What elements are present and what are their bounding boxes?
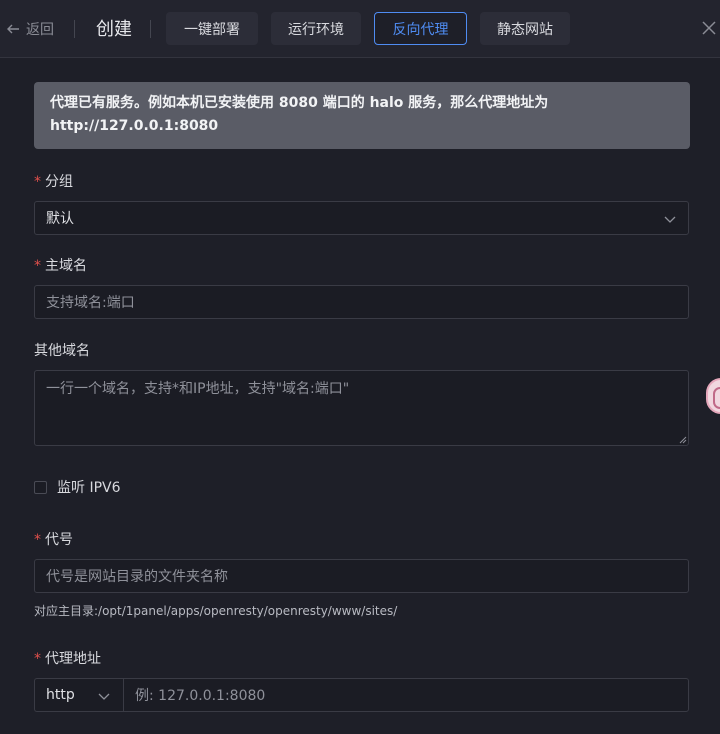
floating-assistant-button[interactable] [706, 378, 720, 414]
other-domains-label: 其他域名 [34, 343, 90, 359]
tab-one-click-deploy[interactable]: 一键部署 [166, 12, 258, 45]
close-icon[interactable] [700, 19, 718, 37]
required-mark: * [34, 532, 41, 548]
alias-input[interactable]: 代号是网站目录的文件夹名称 [34, 559, 689, 593]
proxy-address-label: * 代理地址 [34, 648, 101, 668]
required-mark: * [34, 258, 41, 274]
page-title: 创建 [96, 19, 132, 40]
arrow-left-icon [7, 24, 19, 34]
site-dir-hint: 对应主目录:/opt/1panel/apps/openresty/openres… [34, 604, 398, 618]
proxy-address-placeholder: 例: 127.0.0.1:8080 [135, 688, 266, 704]
header-divider [74, 20, 75, 38]
back-label: 返回 [26, 22, 54, 38]
proxy-address-label-text: 代理地址 [45, 651, 101, 667]
tab-label: 反向代理 [392, 21, 449, 38]
tab-reverse-proxy[interactable]: 反向代理 [374, 12, 467, 45]
other-domains-placeholder: 一行一个域名，支持*和IP地址，支持"域名:端口" [46, 381, 350, 397]
group-select[interactable]: 默认 [34, 201, 689, 235]
tab-label: 静态网站 [497, 21, 553, 38]
info-alert: 代理已有服务。例如本机已安装使用 8080 端口的 halo 服务，那么代理地址… [34, 82, 690, 149]
protocol-select[interactable]: http [34, 678, 124, 712]
required-mark: * [34, 174, 41, 190]
other-domains-textarea[interactable]: 一行一个域名，支持*和IP地址，支持"域名:端口" [34, 370, 689, 446]
resize-handle-icon[interactable] [679, 436, 687, 444]
tab-static-site[interactable]: 静态网站 [480, 12, 570, 45]
group-label: * 分组 [34, 171, 73, 191]
protocol-value: http [46, 687, 75, 703]
drawer-header: 返回 创建 一键部署 运行环境 反向代理 静态网站 [0, 0, 720, 58]
primary-domain-label-text: 主域名 [45, 258, 87, 274]
alias-label-text: 代号 [45, 532, 73, 548]
primary-domain-placeholder: 支持域名:端口 [46, 295, 135, 311]
alias-placeholder: 代号是网站目录的文件夹名称 [46, 569, 228, 585]
primary-domain-label: * 主域名 [34, 255, 87, 275]
alert-line: http://127.0.0.1:8080 [50, 118, 219, 134]
header-divider [150, 20, 151, 38]
group-select-value: 默认 [46, 211, 74, 227]
tab-label: 一键部署 [184, 21, 240, 38]
tab-label: 运行环境 [288, 21, 344, 38]
proxy-address-input[interactable]: 例: 127.0.0.1:8080 [123, 678, 689, 712]
group-label-text: 分组 [45, 174, 73, 190]
ipv6-checkbox-row[interactable]: 监听 IPV6 [34, 478, 121, 496]
tab-runtime[interactable]: 运行环境 [271, 12, 361, 45]
primary-domain-input[interactable]: 支持域名:端口 [34, 285, 689, 319]
back-button[interactable]: 返回 [6, 18, 54, 40]
ipv6-checkbox[interactable] [34, 480, 47, 494]
chevron-down-icon [664, 216, 676, 223]
alias-label: * 代号 [34, 529, 73, 549]
alert-line: 代理已有服务。例如本机已安装使用 8080 端口的 halo 服务，那么代理地址… [50, 95, 549, 111]
ipv6-label: 监听 IPV6 [57, 480, 121, 496]
chevron-down-icon [98, 693, 110, 700]
required-mark: * [34, 651, 41, 667]
